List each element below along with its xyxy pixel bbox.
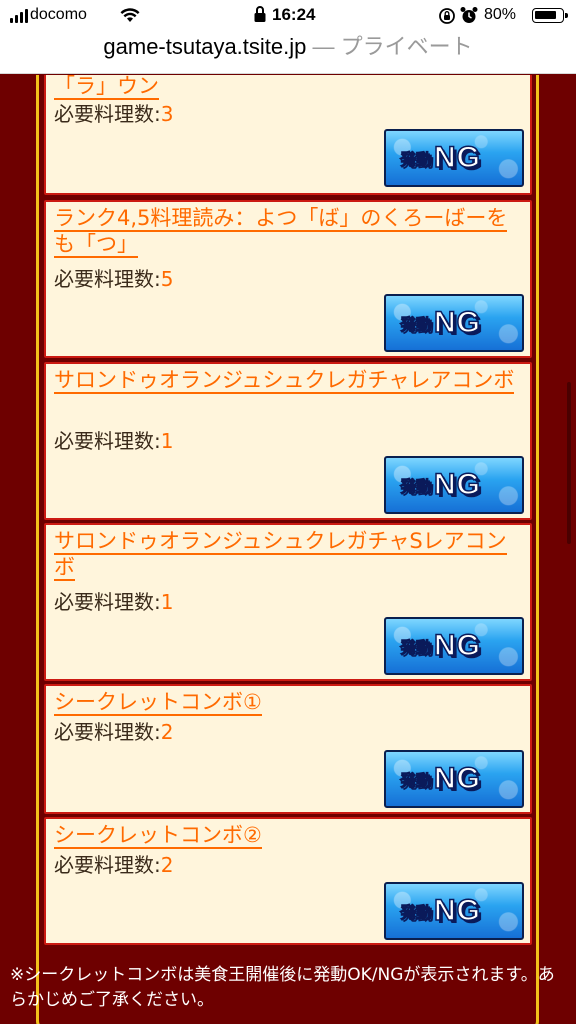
activation-ng-button[interactable]: 発動 NG — [384, 129, 524, 187]
combo-requirement: 必要料理数:1 — [54, 429, 174, 453]
combo-name-link[interactable]: ランク4,5料理読み：よつ「ば」のくろーばーをも「つ」 — [54, 205, 514, 258]
combo-requirement: 必要料理数:5 — [54, 267, 174, 291]
activation-ng-button[interactable]: 発動 NG — [384, 294, 524, 352]
lock-icon — [254, 5, 266, 28]
url-bar[interactable]: game-tsutaya.tsite.jp — プライベート — [0, 32, 576, 74]
combo-requirement: 必要料理数:2 — [54, 720, 174, 744]
wifi-icon — [120, 7, 140, 28]
status-bar: docomo 16:24 80% — [0, 0, 576, 32]
clock-time: 16:24 — [272, 5, 316, 24]
scrollbar[interactable] — [567, 382, 571, 544]
signal-icon — [10, 9, 28, 23]
battery-icon — [532, 8, 568, 23]
combo-requirement: 必要料理数:3 — [54, 102, 174, 126]
combo-card: ランク4,5料理読み：よつ「ば」のくろーばーをも「つ」 必要料理数:5 発動 NG — [44, 200, 532, 358]
combo-requirement: 必要料理数:1 — [54, 590, 174, 614]
footnote-text: ※シークレットコンボは美食王開催後に発動OK/NGが表示されます。あらかじめご了… — [10, 965, 555, 1010]
battery-percent: 80% — [484, 6, 517, 23]
activation-ng-button[interactable]: 発動 NG — [384, 882, 524, 940]
combo-card: シークレットコンボ② 必要料理数:2 発動 NG — [44, 817, 532, 945]
activation-ng-button[interactable]: 発動 NG — [384, 617, 524, 675]
combo-name-link[interactable]: サロンドゥオランジュシュクレガチャレアコンボ — [54, 367, 524, 394]
combo-name-link[interactable]: シークレットコンボ① — [54, 689, 524, 716]
url-host: game-tsutaya.tsite.jp — [103, 34, 307, 59]
combo-card: サロンドゥオランジュシュクレガチャSレアコンボ 必要料理数:1 発動 NG — [44, 523, 532, 681]
page-content: 「ラ」ウン 必要料理数:3 発動 NG ランク4,5料理読み：よつ「ば」のくろーば… — [0, 75, 576, 1024]
activation-ng-button[interactable]: 発動 NG — [384, 456, 524, 514]
combo-card: サロンドゥオランジュシュクレガチャレアコンボ 必要料理数:1 発動 NG — [44, 362, 532, 520]
combo-requirement: 必要料理数:2 — [54, 853, 174, 877]
combo-card: シークレットコンボ① 必要料理数:2 発動 NG — [44, 684, 532, 814]
combo-name-link[interactable]: シークレットコンボ② — [54, 822, 524, 849]
alarm-icon — [460, 6, 478, 30]
carrier-label: docomo — [30, 6, 87, 23]
combo-name-link[interactable]: 「ラ」ウン — [54, 75, 524, 100]
combo-name-link[interactable]: サロンドゥオランジュシュクレガチャSレアコンボ — [54, 528, 514, 581]
private-mode-label: — プライベート — [306, 34, 473, 59]
rotation-lock-icon — [438, 7, 456, 30]
activation-ng-button[interactable]: 発動 NG — [384, 750, 524, 808]
combo-card: 「ラ」ウン 必要料理数:3 発動 NG — [44, 75, 532, 195]
